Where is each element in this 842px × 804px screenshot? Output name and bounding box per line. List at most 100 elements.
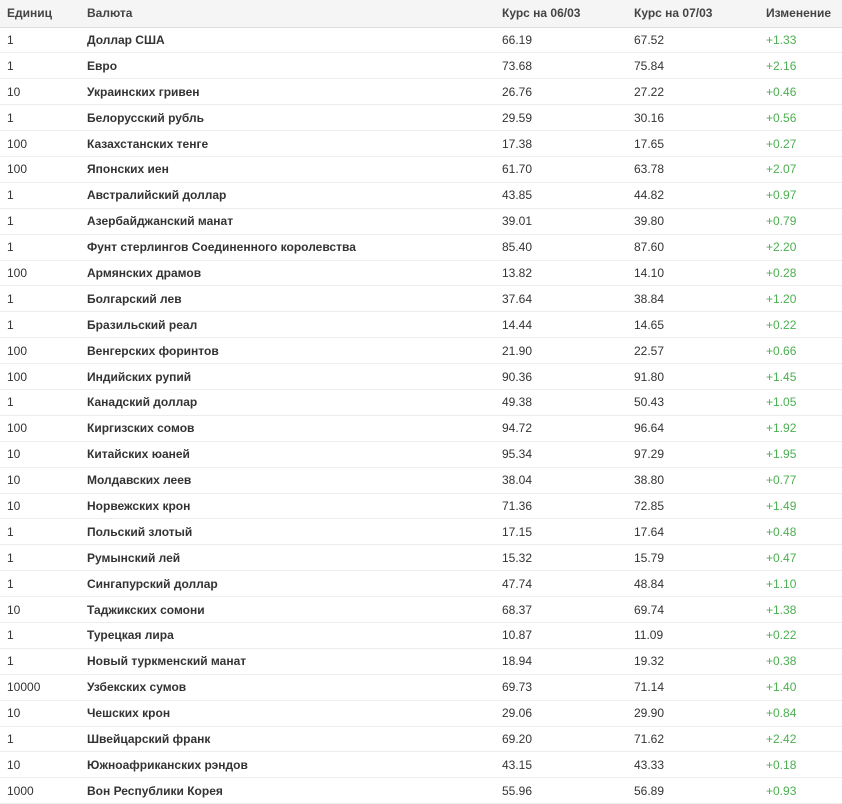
rate-prev-cell: 55.96 xyxy=(502,783,533,798)
column-header-rate-prev[interactable]: Курс на 06/03 xyxy=(495,0,627,27)
rate-curr-cell: 30.16 xyxy=(634,110,665,125)
units-cell: 1 xyxy=(7,550,14,565)
currency-name-cell: Болгарский лев xyxy=(87,291,182,306)
currency-name-cell: Чешских крон xyxy=(87,706,171,721)
table-row: 1 Фунт стерлингов Соединенного королевств… xyxy=(0,234,842,261)
rate-curr-cell: 75.84 xyxy=(634,58,665,73)
change-cell: +1.20 xyxy=(766,291,797,306)
currency-name-cell: Армянских драмов xyxy=(87,265,202,280)
exchange-rates-table: Единиц Валюта Курс на 06/03 Курс на 07/0… xyxy=(0,0,842,804)
rate-curr-cell: 91.80 xyxy=(634,369,665,384)
table-row: 100 Индийских рупий 90.36 91.80 +1.45 xyxy=(0,364,842,390)
table-row: 10 Чешских крон 29.06 29.90 +0.84 xyxy=(0,700,842,727)
rate-prev-cell: 69.73 xyxy=(502,680,533,695)
change-cell: +1.92 xyxy=(766,421,797,436)
change-cell: +0.79 xyxy=(766,214,797,229)
rate-prev-cell: 43.85 xyxy=(502,188,533,203)
rate-curr-cell: 67.52 xyxy=(634,32,665,47)
units-cell: 10 xyxy=(7,447,21,462)
table-row: 100 Японских иен 61.70 63.78 +2.07 xyxy=(0,156,842,183)
currency-name-cell: Южноафриканских рэндов xyxy=(87,757,248,772)
change-cell: +0.84 xyxy=(766,706,797,721)
table-row: 10 Норвежских крон 71.36 72.85 +1.49 xyxy=(0,493,842,519)
table-row: 100 Казахстанских тенге 17.38 17.65 +0.27 xyxy=(0,131,842,157)
units-cell: 1 xyxy=(7,58,14,73)
rate-curr-cell: 15.79 xyxy=(634,550,665,565)
column-header-change[interactable]: Изменение xyxy=(759,0,842,27)
currency-name-cell: Новый туркменский манат xyxy=(87,654,247,669)
rate-prev-cell: 26.76 xyxy=(502,84,533,99)
table-row: 1 Австралийский доллар 43.85 44.82 +0.97 xyxy=(0,182,842,209)
change-cell: +1.49 xyxy=(766,498,797,513)
table-row: 1 Бразильский реал 14.44 14.65 +0.22 xyxy=(0,312,842,338)
table-row: 1 Азербайджанский манат 39.01 39.80 +0.79 xyxy=(0,208,842,235)
table-row: 100 Киргизских сомов 94.72 96.64 +1.92 xyxy=(0,415,842,442)
currency-name-cell: Сингапурский доллар xyxy=(87,576,218,591)
units-cell: 1000 xyxy=(7,783,34,798)
rate-curr-cell: 17.65 xyxy=(634,136,665,151)
change-cell: +0.97 xyxy=(766,188,797,203)
units-cell: 1 xyxy=(7,214,14,229)
column-header-currency[interactable]: Валюта xyxy=(80,0,495,27)
rate-curr-cell: 17.64 xyxy=(634,524,665,539)
rate-prev-cell: 47.74 xyxy=(502,576,533,591)
units-cell: 1 xyxy=(7,731,14,746)
units-cell: 10 xyxy=(7,473,21,488)
currency-name-cell: Таджикских сомони xyxy=(87,602,205,617)
change-cell: +0.18 xyxy=(766,757,797,772)
rate-curr-cell: 44.82 xyxy=(634,188,665,203)
currency-name-cell: Узбекских сумов xyxy=(87,680,187,695)
rate-prev-cell: 71.36 xyxy=(502,498,533,513)
units-cell: 1 xyxy=(7,110,14,125)
units-cell: 100 xyxy=(7,421,28,436)
rate-prev-cell: 73.68 xyxy=(502,58,533,73)
currency-name-cell: Швейцарский франк xyxy=(87,731,211,746)
rate-curr-cell: 22.57 xyxy=(634,343,665,358)
table-row: 10 Южноафриканских рэндов 43.15 43.33 +0.18 xyxy=(0,752,842,778)
column-header-rate-curr[interactable]: Курс на 07/03 xyxy=(627,0,759,27)
rate-curr-cell: 27.22 xyxy=(634,84,665,99)
currency-name-cell: Канадский доллар xyxy=(87,395,198,410)
rate-prev-cell: 10.87 xyxy=(502,628,533,643)
change-cell: +0.22 xyxy=(766,628,797,643)
table-row: 1 Швейцарский франк 69.20 71.62 +2.42 xyxy=(0,726,842,752)
rate-curr-cell: 87.60 xyxy=(634,240,665,255)
currency-name-cell: Фунт стерлингов Соединенного королевства xyxy=(87,240,356,255)
table-row: 1 Сингапурский доллар 47.74 48.84 +1.10 xyxy=(0,571,842,597)
rate-prev-cell: 85.40 xyxy=(502,240,533,255)
table-row: 1 Турецкая лира 10.87 11.09 +0.22 xyxy=(0,622,842,649)
units-cell: 1 xyxy=(7,188,14,203)
rate-prev-cell: 29.59 xyxy=(502,110,533,125)
table-body: 1 Доллар США 66.19 67.52 +1.33 1 Евро 73.68 75.8… xyxy=(0,27,842,804)
rate-prev-cell: 38.04 xyxy=(502,473,533,488)
table-row: 10 Украинских гривен 26.76 27.22 +0.46 xyxy=(0,79,842,105)
rate-curr-cell: 72.85 xyxy=(634,498,665,513)
rate-prev-cell: 43.15 xyxy=(502,757,533,772)
change-cell: +0.38 xyxy=(766,654,797,669)
rate-prev-cell: 17.38 xyxy=(502,136,533,151)
rate-prev-cell: 95.34 xyxy=(502,447,533,462)
currency-name-cell: Австралийский доллар xyxy=(87,188,227,203)
change-cell: +1.38 xyxy=(766,602,797,617)
rate-curr-cell: 63.78 xyxy=(634,162,665,177)
currency-name-cell: Молдавских леев xyxy=(87,473,192,488)
table-row: 1 Новый туркменский манат 18.94 19.32 +0.38 xyxy=(0,648,842,675)
units-cell: 100 xyxy=(7,136,28,151)
rate-curr-cell: 71.14 xyxy=(634,680,665,695)
change-cell: +1.10 xyxy=(766,576,797,591)
rate-curr-cell: 38.84 xyxy=(634,291,665,306)
table-row: 1000 Вон Республики Корея 55.96 56.89 +0.93 xyxy=(0,778,842,804)
currency-name-cell: Индийских рупий xyxy=(87,369,192,384)
column-header-units[interactable]: Единиц xyxy=(0,0,80,27)
currency-name-cell: Доллар США xyxy=(87,32,165,47)
rate-prev-cell: 68.37 xyxy=(502,602,533,617)
units-cell: 1 xyxy=(7,628,14,643)
change-cell: +2.20 xyxy=(766,240,797,255)
change-cell: +0.93 xyxy=(766,783,797,798)
change-cell: +0.47 xyxy=(766,550,797,565)
rate-prev-cell: 21.90 xyxy=(502,343,533,358)
rate-prev-cell: 90.36 xyxy=(502,369,533,384)
rate-curr-cell: 71.62 xyxy=(634,731,665,746)
rate-curr-cell: 56.89 xyxy=(634,783,665,798)
rate-curr-cell: 96.64 xyxy=(634,421,665,436)
